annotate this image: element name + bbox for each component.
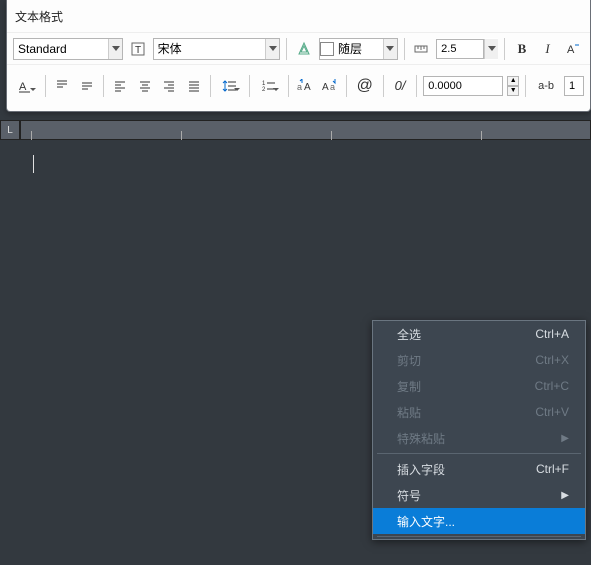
separator — [525, 75, 526, 97]
line-spacing-button[interactable] — [217, 75, 243, 97]
menu-label: 特殊粘贴 — [397, 430, 445, 447]
separator — [249, 75, 250, 97]
text-icon-button[interactable]: T — [127, 38, 149, 60]
lineweight-box[interactable] — [436, 38, 498, 60]
menu-label: 复制 — [397, 378, 421, 395]
symbol-at-button[interactable]: @ — [353, 75, 377, 97]
context-menu: 全选 Ctrl+A 剪切 Ctrl+X 复制 Ctrl+C 粘贴 Ctrl+V … — [372, 320, 586, 540]
menu-copy: 复制 Ctrl+C — [373, 373, 585, 399]
menu-label: 全选 — [397, 326, 421, 343]
text-cursor — [33, 155, 34, 173]
align-justify-button[interactable] — [183, 75, 204, 97]
title-text: 文本格式 — [15, 8, 63, 25]
ab-spacing-button[interactable]: a-b — [532, 75, 560, 97]
align-center-button[interactable] — [134, 75, 155, 97]
color-swatch — [320, 42, 334, 56]
menu-shortcut: Ctrl+V — [535, 405, 569, 419]
chevron-down-icon — [484, 39, 498, 59]
menu-label: 输入文字... — [397, 513, 455, 530]
font-extra-button[interactable]: A — [562, 38, 584, 60]
lowercase-button[interactable]: Aa — [319, 75, 340, 97]
menu-paste: 粘贴 Ctrl+V — [373, 399, 585, 425]
separator — [383, 75, 384, 97]
menu-separator — [377, 453, 581, 454]
text-format-panel: 文本格式 Standard T 宋体 随层 B I A A — [6, 0, 591, 112]
uppercase-button[interactable]: aA — [295, 75, 316, 97]
separator — [416, 75, 417, 97]
menu-label: 粘贴 — [397, 404, 421, 421]
ruler-toggle-icon[interactable] — [411, 38, 433, 60]
tracking-spinner[interactable]: ▲ ▼ — [507, 76, 519, 96]
justify-top-button[interactable] — [52, 75, 73, 97]
menu-shortcut: Ctrl+F — [536, 462, 569, 476]
align-right-button[interactable] — [159, 75, 180, 97]
submenu-arrow-icon: ▶ — [561, 433, 569, 444]
chevron-down-icon — [383, 39, 397, 59]
one-input[interactable] — [564, 76, 584, 96]
justify-middle-button[interactable] — [76, 75, 97, 97]
ruler-corner: L — [0, 120, 20, 140]
svg-text:A: A — [322, 82, 329, 93]
color-combo[interactable]: 随层 — [319, 38, 398, 60]
toolbar-row-2: A 12 aA Aa @ 0/ ▲ ▼ a-b — [7, 64, 590, 106]
italic-button[interactable]: I — [537, 38, 559, 60]
menu-import-text[interactable]: 输入文字... — [373, 508, 585, 534]
toolbar-row-1: Standard T 宋体 随层 B I A — [7, 32, 590, 64]
separator — [103, 75, 104, 97]
separator — [504, 38, 505, 60]
numbering-button[interactable]: 12 — [256, 75, 282, 97]
panel-title: 文本格式 — [7, 0, 590, 32]
spin-up-icon[interactable]: ▲ — [507, 76, 519, 86]
chevron-down-icon — [108, 39, 122, 59]
menu-paste-special: 特殊粘贴 ▶ — [373, 425, 585, 451]
oblique-button[interactable]: 0/ — [390, 75, 411, 97]
menu-separator — [377, 536, 581, 537]
separator — [288, 75, 289, 97]
annotative-icon[interactable] — [293, 38, 315, 60]
svg-text:A: A — [304, 82, 311, 93]
submenu-arrow-icon: ▶ — [561, 490, 569, 501]
align-left-button[interactable] — [110, 75, 131, 97]
text-height-button[interactable]: A — [13, 75, 39, 97]
svg-text:a: a — [330, 82, 335, 92]
menu-label: 剪切 — [397, 352, 421, 369]
menu-select-all[interactable]: 全选 Ctrl+A — [373, 321, 585, 347]
text-style-combo[interactable]: Standard — [13, 38, 123, 60]
spin-down-icon[interactable]: ▼ — [507, 86, 519, 96]
chevron-down-icon — [265, 39, 279, 59]
menu-cut: 剪切 Ctrl+X — [373, 347, 585, 373]
svg-text:A: A — [19, 81, 27, 93]
font-family-combo[interactable]: 宋体 — [153, 38, 281, 60]
menu-shortcut: Ctrl+A — [535, 327, 569, 341]
menu-symbol[interactable]: 符号 ▶ — [373, 482, 585, 508]
separator — [346, 75, 347, 97]
svg-text:T: T — [135, 45, 141, 56]
svg-text:a: a — [297, 82, 302, 92]
separator — [210, 75, 211, 97]
menu-shortcut: Ctrl+X — [535, 353, 569, 367]
menu-shortcut: Ctrl+C — [535, 379, 569, 393]
separator — [45, 75, 46, 97]
svg-text:A: A — [567, 44, 575, 56]
lineweight-input[interactable] — [436, 39, 484, 59]
ruler-horizontal[interactable] — [20, 120, 591, 140]
separator — [286, 38, 287, 60]
separator — [404, 38, 405, 60]
menu-label: 符号 — [397, 487, 421, 504]
svg-text:2: 2 — [262, 87, 266, 93]
tracking-input[interactable] — [423, 76, 503, 96]
bold-button[interactable]: B — [511, 38, 533, 60]
menu-insert-field[interactable]: 插入字段 Ctrl+F — [373, 456, 585, 482]
menu-label: 插入字段 — [397, 461, 445, 478]
